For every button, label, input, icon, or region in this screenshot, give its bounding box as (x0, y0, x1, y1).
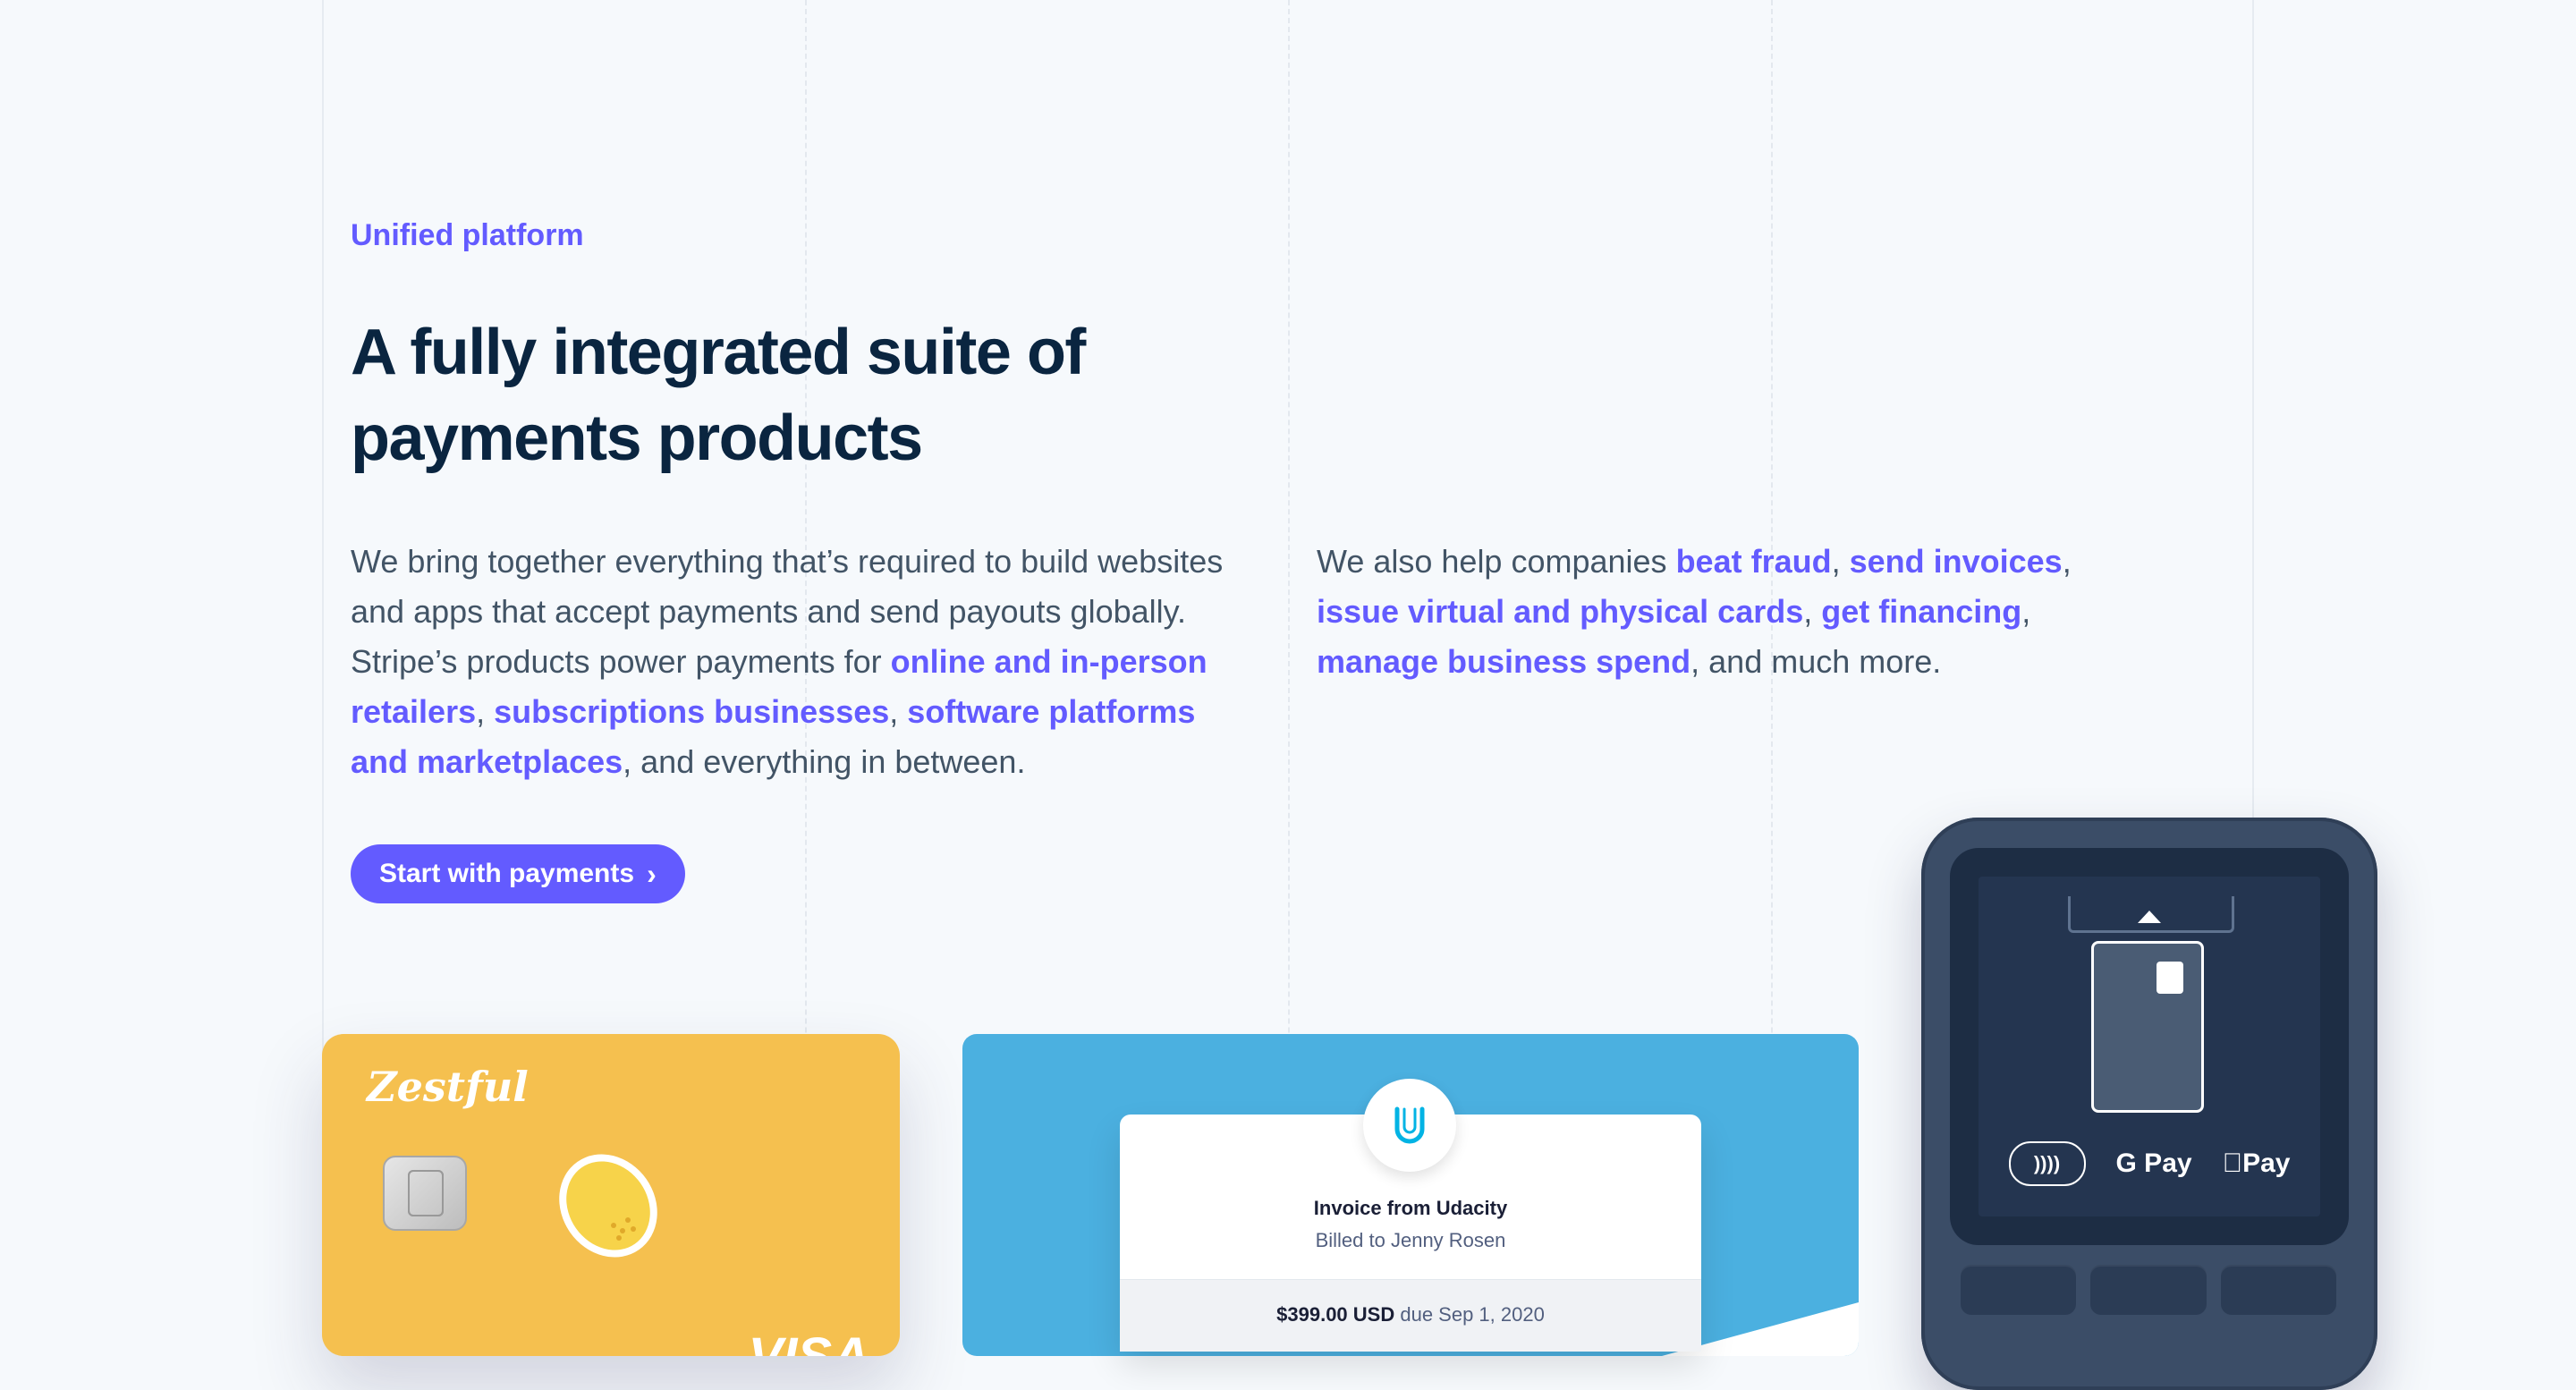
payment-methods: )))) G Pay Pay (1979, 1141, 2320, 1186)
separator: , (476, 693, 495, 730)
reader-button (2220, 1265, 2336, 1315)
link-issue-cards[interactable]: issue virtual and physical cards (1317, 593, 1803, 630)
credit-card-illustration: Zestful VISA (322, 1034, 900, 1356)
invoice-billed-to: Billed to Jenny Rosen (1315, 1229, 1506, 1251)
invoice-due: due Sep 1, 2020 (1400, 1303, 1545, 1326)
card-reader-illustration: )))) G Pay Pay (1921, 818, 2377, 1390)
link-get-financing[interactable]: get financing (1821, 593, 2021, 630)
section-eyebrow: Unified platform (351, 218, 584, 252)
contactless-icon: )))) (2008, 1141, 2086, 1186)
link-beat-fraud[interactable]: beat fraud (1676, 543, 1832, 580)
card-chip-icon (2157, 962, 2183, 994)
invoice-title: Invoice from Udacity (1313, 1197, 1508, 1219)
separator: , (1831, 543, 1850, 580)
reader-button (1961, 1265, 2077, 1315)
reader-buttons (1961, 1265, 2336, 1315)
start-with-payments-button[interactable]: Start with payments › (351, 844, 685, 903)
separator: , (1803, 593, 1822, 630)
card-brand: Zestful (367, 1063, 529, 1111)
udacity-logo-icon (1363, 1079, 1456, 1172)
separator: , (2021, 593, 2031, 630)
lemon-icon (559, 1154, 657, 1258)
reader-button (2090, 1265, 2207, 1315)
more-text-end: , and much more. (1690, 643, 1942, 680)
section-headline: A fully integrated suite of payments pro… (351, 317, 1086, 474)
cta-label: Start with payments (379, 859, 635, 888)
apple-pay-icon: Pay (2223, 1148, 2291, 1179)
invoice-card: Invoice from Udacity Billed to Jenny Ros… (1120, 1079, 1701, 1352)
google-pay-icon: G Pay (2115, 1148, 2192, 1178)
link-send-invoices[interactable]: send invoices (1850, 543, 2063, 580)
link-subscriptions[interactable]: subscriptions businesses (494, 693, 889, 730)
card-outline-icon (2091, 941, 2204, 1113)
reader-bezel: )))) G Pay Pay (1950, 848, 2349, 1245)
invoice-footer: $399.00 USD due Sep 1, 2020 (1120, 1279, 1701, 1352)
separator: , (889, 693, 908, 730)
intro-paragraph: We bring together everything that’s requ… (351, 537, 1245, 787)
chip-icon (383, 1156, 467, 1231)
more-paragraph: We also help companies beat fraud, send … (1317, 537, 2122, 687)
contactless-waves: )))) (2033, 1152, 2061, 1174)
separator: , (2062, 543, 2072, 580)
reader-screen: )))) G Pay Pay (1979, 877, 2320, 1216)
apple-pay-label: Pay (2232, 1148, 2290, 1178)
invoice-amount-line: $399.00 USD due Sep 1, 2020 (1120, 1303, 1701, 1326)
intro-text-end: , and everything in between. (623, 743, 1026, 780)
invoice-amount: $399.00 USD (1276, 1303, 1395, 1326)
chevron-right-icon: › (647, 858, 657, 890)
card-network: VISA (749, 1326, 869, 1356)
insert-arrow-icon (2138, 911, 2161, 923)
more-text: We also help companies (1317, 543, 1676, 580)
link-manage-spend[interactable]: manage business spend (1317, 643, 1690, 680)
